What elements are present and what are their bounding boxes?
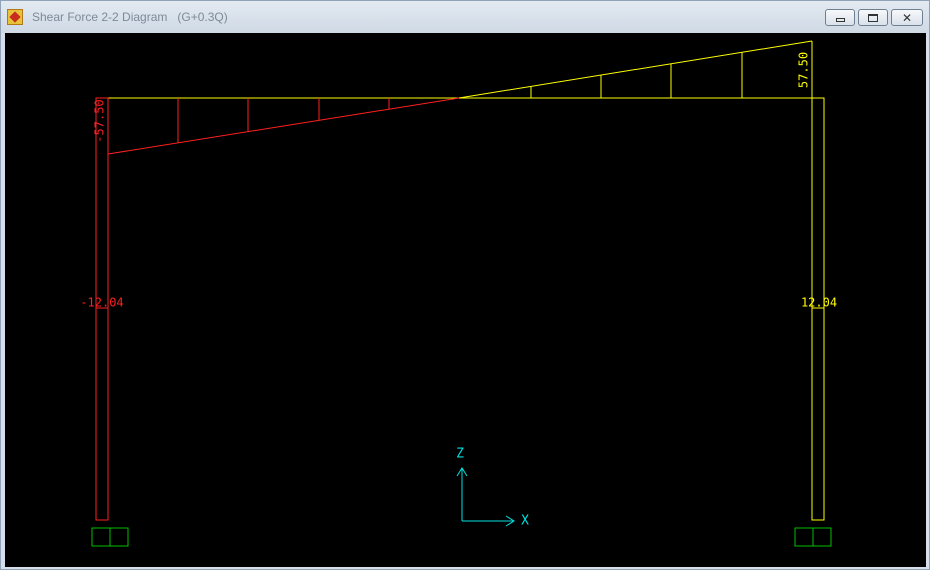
title-bar[interactable]: Shear Force 2-2 Diagram (G+0.3Q) ✕ <box>1 1 929 33</box>
load-combination-label: (G+0.3Q) <box>177 10 228 24</box>
positive-shear-line <box>458 40 813 99</box>
restore-button[interactable] <box>858 9 888 26</box>
axes-indicator <box>456 467 515 527</box>
window-title-text: Shear Force 2-2 Diagram <box>32 10 168 24</box>
right-support <box>794 527 832 547</box>
right-top-shear-label: 57.50 <box>797 52 811 88</box>
close-icon: ✕ <box>901 10 913 25</box>
minimize-button[interactable] <box>825 9 855 26</box>
negative-shear-region <box>95 97 460 521</box>
right-column-shear-label: 12.04 <box>801 296 837 310</box>
negative-shear-line <box>107 97 460 155</box>
z-axis-label: Z <box>456 447 464 462</box>
left-support <box>91 527 129 547</box>
left-top-shear-label: -57.50 <box>93 99 107 142</box>
minimize-icon <box>835 18 845 22</box>
close-button[interactable]: ✕ <box>891 9 923 26</box>
shear-force-window: Shear Force 2-2 Diagram (G+0.3Q) ✕ -57.5… <box>0 0 930 570</box>
window-title: Shear Force 2-2 Diagram (G+0.3Q) <box>32 10 228 24</box>
x-axis-label: X <box>521 514 529 529</box>
shear-force-diagram: -57.50 57.50 -12.04 12.04 Z X <box>80 40 837 547</box>
left-column-shear-label: -12.04 <box>80 296 123 310</box>
positive-shear-region <box>458 40 813 99</box>
app-icon[interactable] <box>7 9 23 25</box>
restore-icon <box>868 13 878 22</box>
diagram-canvas[interactable]: -57.50 57.50 -12.04 12.04 Z X <box>5 33 926 567</box>
